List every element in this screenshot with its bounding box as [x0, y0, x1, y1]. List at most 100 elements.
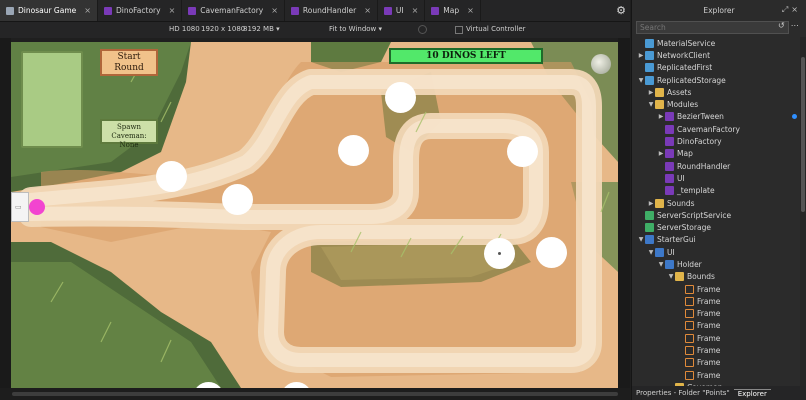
- path-waypoint-marker[interactable]: [484, 238, 515, 269]
- path-waypoint-marker[interactable]: [156, 161, 187, 192]
- explorer-item[interactable]: ServerScriptService: [632, 209, 799, 221]
- explorer-search-input[interactable]: [636, 21, 789, 34]
- chevron-down-icon[interactable]: ▼: [647, 101, 655, 108]
- explorer-item[interactable]: ▼ StarterGui: [632, 234, 799, 246]
- explorer-item[interactable]: Frame: [632, 332, 799, 344]
- resolution-size: 1920 x 1080: [201, 25, 246, 33]
- explorer-item[interactable]: Frame: [632, 357, 799, 369]
- chevron-down-icon[interactable]: ▼: [637, 77, 645, 84]
- tab-properties[interactable]: Properties - Folder "Points": [632, 389, 734, 397]
- game-viewport[interactable]: Start Round Spawn Caveman: None 10 DINOS…: [11, 42, 618, 388]
- modified-indicator: [792, 114, 797, 120]
- explorer-item[interactable]: ▶ Sounds: [632, 197, 799, 209]
- dinosaur-unit[interactable]: [29, 199, 45, 215]
- explorer-item[interactable]: Frame: [632, 308, 799, 320]
- explorer-item[interactable]: ▼ Modules: [632, 98, 799, 110]
- explorer-item[interactable]: UI: [632, 172, 799, 184]
- studio-window: Dinosaur Game × DinoFactory × CavemanFac…: [0, 0, 806, 400]
- fit-mode-dropdown[interactable]: Fit to Window ▾: [329, 25, 382, 33]
- tab-ui[interactable]: UI ×: [378, 0, 426, 21]
- explorer-scrollbar[interactable]: [800, 37, 806, 387]
- explorer-item[interactable]: ▼ UI: [632, 246, 799, 258]
- close-icon[interactable]: ×: [791, 5, 801, 14]
- explorer-item[interactable]: _template: [632, 185, 799, 197]
- chevron-right-icon[interactable]: ▶: [657, 150, 665, 157]
- explorer-item[interactable]: RoundHandler: [632, 160, 799, 172]
- explorer-item-label: Frame: [697, 296, 721, 306]
- path-waypoint-marker[interactable]: [338, 135, 369, 166]
- viewport-horizontal-scrollbar[interactable]: [0, 388, 630, 400]
- more-icon[interactable]: ⋯: [791, 21, 805, 30]
- history-icon[interactable]: ↺: [778, 21, 791, 30]
- explorer-item-label: DinoFactory: [677, 137, 722, 147]
- rotate-icon[interactable]: [418, 25, 427, 34]
- tab-explorer[interactable]: Explorer: [733, 388, 771, 398]
- close-icon[interactable]: ×: [271, 6, 278, 15]
- explorer-item-label: Holder: [677, 259, 702, 269]
- close-icon[interactable]: ×: [84, 6, 91, 15]
- path-waypoint-marker[interactable]: [222, 184, 253, 215]
- memory-dropdown[interactable]: 8192 MB ▾: [243, 25, 280, 33]
- explorer-item[interactable]: Frame: [632, 369, 799, 381]
- path-waypoint-marker[interactable]: [385, 82, 416, 113]
- tab-roundhandler[interactable]: RoundHandler ×: [285, 0, 378, 21]
- close-icon[interactable]: ×: [412, 6, 419, 15]
- close-icon[interactable]: ×: [364, 6, 371, 15]
- explorer-item[interactable]: MaterialService: [632, 37, 799, 49]
- chevron-down-icon[interactable]: ▼: [667, 273, 675, 280]
- explorer-item[interactable]: ▶ BezierTween: [632, 111, 799, 123]
- explorer-item[interactable]: ▶ NetworkClient: [632, 49, 799, 61]
- explorer-item[interactable]: ▶ Assets: [632, 86, 799, 98]
- scrollbar-thumb[interactable]: [801, 57, 805, 212]
- gui-icon: [655, 247, 664, 257]
- tab-label: Map: [443, 6, 460, 15]
- explorer-item[interactable]: Frame: [632, 320, 799, 332]
- explorer-item-label: NetworkClient: [657, 50, 711, 60]
- close-icon[interactable]: ×: [467, 6, 474, 15]
- chevron-right-icon[interactable]: ▶: [647, 89, 655, 96]
- viewport-gutter-left: [0, 38, 11, 390]
- tab-label: DinoFactory: [115, 6, 161, 15]
- gear-icon[interactable]: ⚙: [616, 4, 626, 17]
- scrollbar-thumb[interactable]: [12, 392, 618, 396]
- spawn-caveman-button[interactable]: Spawn Caveman: None: [100, 119, 158, 149]
- explorer-item[interactable]: ▼ Holder: [632, 258, 799, 270]
- path-waypoint-marker[interactable]: [507, 136, 538, 167]
- server-service-icon: [645, 223, 654, 233]
- service-icon: [645, 38, 654, 48]
- explorer-item[interactable]: ▼ ReplicatedStorage: [632, 74, 799, 86]
- left-ui-panel: [21, 51, 83, 148]
- service-icon: [645, 50, 654, 60]
- explorer-item[interactable]: Frame: [632, 283, 799, 295]
- start-round-button[interactable]: Start Round: [100, 49, 158, 76]
- chevron-down-icon[interactable]: ▼: [657, 261, 665, 268]
- chevron-right-icon[interactable]: ▶: [657, 113, 665, 120]
- gui-icon: [665, 259, 674, 269]
- module-script-icon: [188, 6, 197, 15]
- explorer-item-label: Map: [677, 149, 693, 159]
- close-icon[interactable]: ×: [169, 6, 176, 15]
- popout-icon[interactable]: ⤢: [782, 5, 791, 14]
- tab-cavemanfactory[interactable]: CavemanFactory ×: [182, 0, 285, 21]
- tab-dinosaur-game[interactable]: Dinosaur Game ×: [0, 0, 98, 21]
- explorer-item[interactable]: ▶ Map: [632, 148, 799, 160]
- explorer-item[interactable]: ReplicatedFirst: [632, 62, 799, 74]
- path-waypoint-marker[interactable]: [536, 237, 567, 268]
- explorer-item[interactable]: ▼ Bounds: [632, 271, 799, 283]
- chevron-right-icon[interactable]: ▶: [647, 200, 655, 207]
- tab-dinofactory[interactable]: DinoFactory ×: [98, 0, 183, 21]
- explorer-item-label: BezierTween: [677, 112, 724, 122]
- module-script-icon: [665, 173, 674, 183]
- explorer-item[interactable]: Frame: [632, 295, 799, 307]
- frame-icon: [685, 321, 694, 331]
- virtual-controller-checkbox[interactable]: [455, 26, 463, 34]
- explorer-item[interactable]: ServerStorage: [632, 221, 799, 233]
- tab-map[interactable]: Map ×: [425, 0, 481, 21]
- chevron-down-icon[interactable]: ▼: [637, 236, 645, 243]
- chevron-down-icon[interactable]: ▼: [647, 249, 655, 256]
- explorer-item[interactable]: CavemanFactory: [632, 123, 799, 135]
- gui-icon: [645, 235, 654, 245]
- explorer-item[interactable]: Frame: [632, 344, 799, 356]
- explorer-item[interactable]: DinoFactory: [632, 135, 799, 147]
- chevron-right-icon[interactable]: ▶: [637, 52, 645, 59]
